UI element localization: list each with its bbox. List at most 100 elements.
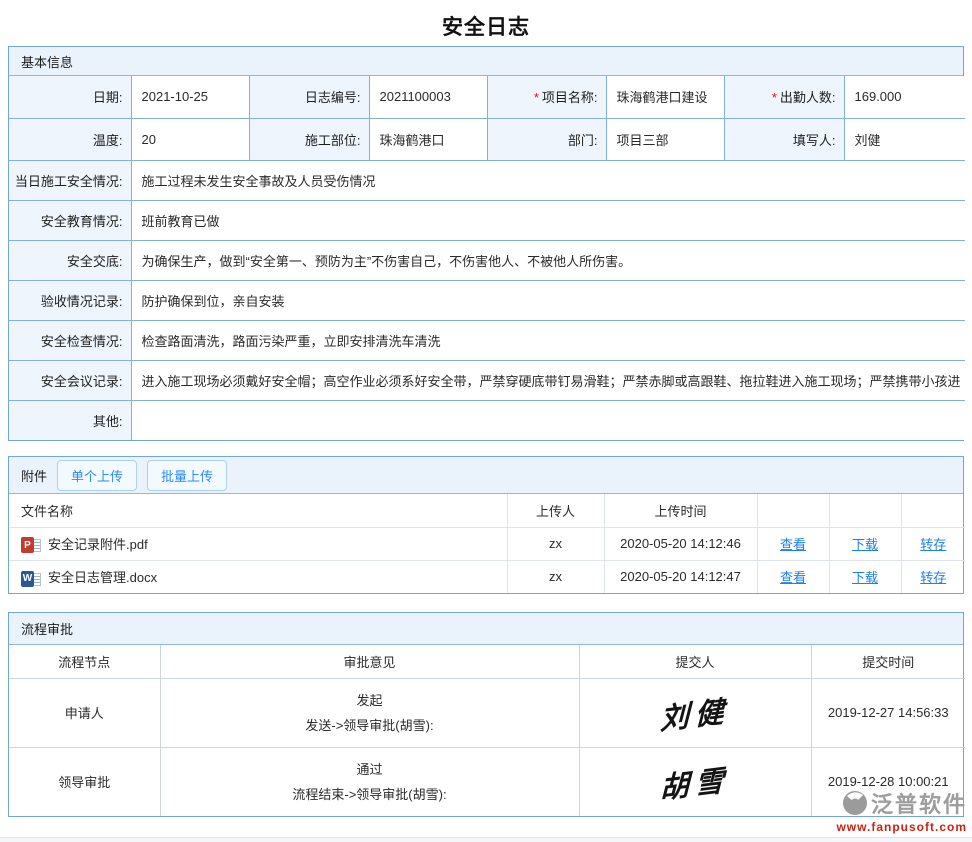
bottom-strip [0,837,972,842]
word-file-icon: W [21,571,41,587]
approval-table: 流程节点 审批意见 提交人 提交时间 申请人 发起 发送->领导审批(胡雪): … [9,645,965,816]
attachment-file-cell: W 安全日志管理.docx [9,560,507,593]
attachment-upload-time: 2020-05-20 14:12:46 [604,527,757,560]
today-safety-label: 当日施工安全情况: [9,160,131,200]
attachments-table-header: 文件名称 上传人 上传时间 [9,494,965,527]
approval-row: 申请人 发起 发送->领导审批(胡雪): 刘健 2019-12-27 14:56… [9,678,965,747]
basic-info-row-1: 日期: 2021-10-25 日志编号: 2021100003 *项目名称: 珠… [9,76,965,118]
required-asterisk: * [534,90,539,105]
action-column-header [757,494,829,527]
basic-info-panel: 基本信息 日期: 2021-10-25 日志编号: 2021100003 *项目… [8,46,964,441]
download-link[interactable]: 下载 [852,537,878,552]
attachments-title: 附件 [21,466,47,485]
signature-liujian: 刘健 [660,687,730,738]
safety-meeting-row: 安全会议记录: 进入施工现场必须戴好安全帽；高空作业必须系好安全带，严禁穿硬底带… [9,360,965,400]
action-column-header [901,494,965,527]
safety-meeting-value: 进入施工现场必须戴好安全帽；高空作业必须系好安全带，严禁穿硬底带钉易滑鞋；严禁赤… [131,360,965,400]
acceptance-record-row: 验收情况记录: 防护确保到位，亲自安装 [9,280,965,320]
watermark-url: www.fanpusoft.com [836,820,967,834]
approval-panel: 流程审批 流程节点 审批意见 提交人 提交时间 申请人 发起 发送->领导审批(… [8,612,964,817]
attachment-file-name: 安全日志管理.docx [48,570,157,585]
construction-part-value: 珠海鹤港口 [369,118,487,160]
temperature-label: 温度: [9,118,131,160]
basic-info-table: 日期: 2021-10-25 日志编号: 2021100003 *项目名称: 珠… [9,76,965,440]
date-label: 日期: [9,76,131,118]
opinion-column-header: 审批意见 [160,645,579,678]
batch-upload-button[interactable]: 批量上传 [147,460,227,491]
attachments-table: 文件名称 上传人 上传时间 P 安全记录附件.pdf zx 2020-05-20 … [9,494,965,593]
safety-disclosure-label: 安全交底: [9,240,131,280]
acceptance-record-label: 验收情况记录: [9,280,131,320]
safety-disclosure-value: 为确保生产，做到“安全第一、预防为主”不伤害自己，不伤害他人、不被他人所伤害。 [131,240,965,280]
attachment-upload-time: 2020-05-20 14:12:47 [604,560,757,593]
node-column-header: 流程节点 [9,645,160,678]
submit-time-column-header: 提交时间 [811,645,965,678]
page-title: 安全日志 [8,0,964,46]
other-row: 其他: [9,400,965,440]
approval-submit-time: 2019-12-27 14:56:33 [811,678,965,747]
approval-table-header: 流程节点 审批意见 提交人 提交时间 [9,645,965,678]
safety-inspection-label: 安全检查情况: [9,320,131,360]
safety-education-value: 班前教育已做 [131,200,965,240]
attendance-value: 169.000 [844,76,965,118]
submitter-signature-cell: 胡雪 [579,747,811,816]
safety-log-page: 安全日志 基本信息 日期: 2021-10-25 日志编号: 202110000… [0,0,972,817]
safety-education-row: 安全教育情况: 班前教育已做 [9,200,965,240]
today-safety-value: 施工过程未发生安全事故及人员受伤情况 [131,160,965,200]
date-value: 2021-10-25 [131,76,249,118]
project-name-label: *项目名称: [487,76,606,118]
approval-opinion: 发起 发送->领导审批(胡雪): [160,678,579,747]
safety-inspection-row: 安全检查情况: 检查路面清洗，路面污染严重，立即安排清洗车清洗 [9,320,965,360]
basic-info-row-2: 温度: 20 施工部位: 珠海鹤港口 部门: 项目三部 填写人: 刘健 [9,118,965,160]
upload-time-column-header: 上传时间 [604,494,757,527]
temperature-value: 20 [131,118,249,160]
department-label: 部门: [487,118,606,160]
attachments-panel: 附件 单个上传 批量上传 文件名称 上传人 上传时间 P 安全记录附件.pdf [8,456,964,594]
acceptance-record-value: 防护确保到位，亲自安装 [131,280,965,320]
signature-huxue: 胡雪 [660,756,730,807]
filler-value: 刘健 [844,118,965,160]
watermark-brand: 泛普软件 [871,787,967,819]
action-column-header [829,494,901,527]
fanpu-logo-icon [842,790,868,816]
approval-node: 领导审批 [9,747,160,816]
basic-info-section-header: 基本信息 [9,47,963,76]
department-value: 项目三部 [606,118,724,160]
view-link[interactable]: 查看 [780,537,806,552]
single-upload-button[interactable]: 单个上传 [57,460,137,491]
uploader-column-header: 上传人 [507,494,604,527]
attachment-row: W 安全日志管理.docx zx 2020-05-20 14:12:47 查看 下… [9,560,965,593]
safety-meeting-label: 安全会议记录: [9,360,131,400]
attachments-section-header: 附件 单个上传 批量上传 [9,457,963,494]
pdf-file-icon: P [21,537,41,553]
approval-node: 申请人 [9,678,160,747]
submitter-signature-cell: 刘健 [579,678,811,747]
approval-section-header: 流程审批 [9,613,963,645]
attachment-file-cell: P 安全记录附件.pdf [9,527,507,560]
other-value [131,400,965,440]
log-number-label: 日志编号: [249,76,369,118]
save-as-link[interactable]: 转存 [920,570,946,585]
safety-education-label: 安全教育情况: [9,200,131,240]
construction-part-label: 施工部位: [249,118,369,160]
attendance-label: *出勤人数: [724,76,844,118]
fanpu-watermark: 泛普软件 www.fanpusoft.com [836,787,967,834]
log-number-value: 2021100003 [369,76,487,118]
project-name-value: 珠海鹤港口建设 [606,76,724,118]
filler-label: 填写人: [724,118,844,160]
required-asterisk: * [772,90,777,105]
safety-disclosure-row: 安全交底: 为确保生产，做到“安全第一、预防为主”不伤害自己，不伤害他人、不被他… [9,240,965,280]
submitter-column-header: 提交人 [579,645,811,678]
today-safety-row: 当日施工安全情况: 施工过程未发生安全事故及人员受伤情况 [9,160,965,200]
attachment-uploader: zx [507,560,604,593]
view-link[interactable]: 查看 [780,570,806,585]
other-label: 其他: [9,400,131,440]
attachment-row: P 安全记录附件.pdf zx 2020-05-20 14:12:46 查看 下载… [9,527,965,560]
approval-opinion: 通过 流程结束->领导审批(胡雪): [160,747,579,816]
attachment-uploader: zx [507,527,604,560]
approval-row: 领导审批 通过 流程结束->领导审批(胡雪): 胡雪 2019-12-28 10… [9,747,965,816]
attachment-file-name: 安全记录附件.pdf [48,537,148,552]
save-as-link[interactable]: 转存 [920,537,946,552]
file-name-column-header: 文件名称 [9,494,507,527]
download-link[interactable]: 下载 [852,570,878,585]
